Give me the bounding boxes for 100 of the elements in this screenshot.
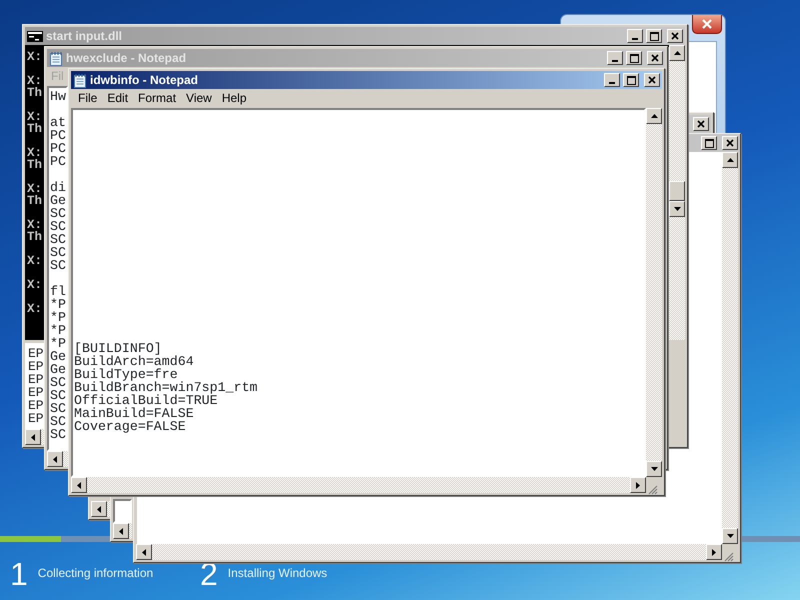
scroll-left-button[interactable] — [25, 429, 41, 445]
console-line: X: — [27, 111, 42, 123]
text-line: OfficialBuild=TRUE — [74, 394, 218, 407]
text-line: SC — [50, 428, 66, 441]
menu-item[interactable]: View — [181, 91, 217, 105]
window-title: idwbinfo - Notepad — [90, 72, 198, 89]
minimize-button[interactable] — [604, 73, 620, 87]
text-line: SC — [50, 389, 66, 402]
text-line: SC — [50, 246, 66, 259]
window-title: start input.dll — [46, 28, 122, 45]
notepad-icon — [49, 50, 63, 66]
console-line: Th — [27, 123, 42, 135]
maximize-icon — [704, 138, 714, 148]
step-number: 1 — [10, 556, 28, 592]
console-line: X: — [27, 219, 42, 231]
text-line: PC — [50, 129, 66, 142]
text-line: Hw — [50, 90, 66, 103]
text-area[interactable] — [113, 499, 132, 523]
text-line: BuildType=fre — [74, 368, 178, 381]
scroll-right-button[interactable] — [706, 544, 722, 560]
maximize-button[interactable] — [701, 136, 717, 150]
scroll-thumb[interactable] — [669, 181, 685, 201]
console-line: X: — [27, 51, 42, 63]
console-line: Th — [27, 195, 42, 207]
horizontal-scrollbar[interactable] — [47, 451, 68, 467]
scroll-left-button[interactable] — [136, 544, 152, 560]
close-icon — [648, 76, 656, 84]
close-icon — [701, 19, 713, 29]
text-line: *P — [50, 324, 66, 337]
size-grip[interactable] — [722, 544, 738, 560]
console-line: X: — [27, 255, 42, 267]
text-area[interactable]: Hw at PC PC PC di Ge SC SC SC SC SC fl *P *P *P *P Ge Ge SC SC SC SC SC — [47, 86, 68, 451]
horizontal-scrollbar[interactable] — [91, 501, 110, 517]
console-line: Th — [27, 159, 42, 171]
vertical-scrollbar[interactable] — [669, 45, 685, 340]
close-icon — [651, 54, 659, 62]
console-line: X: — [27, 183, 42, 195]
arrow-up-icon — [650, 112, 658, 120]
text-line: EP — [28, 399, 44, 412]
maximize-button[interactable] — [626, 51, 642, 65]
progress-track — [741, 536, 800, 542]
vertical-scrollbar[interactable] — [722, 152, 738, 544]
scroll-down-button[interactable] — [722, 528, 738, 544]
minimize-button[interactable] — [627, 29, 643, 43]
arrow-left-icon — [94, 504, 104, 514]
grip-icon — [722, 550, 734, 562]
text-line: [BUILDINFO] — [74, 342, 162, 355]
text-line: SC — [50, 402, 66, 415]
console-icon — [27, 30, 43, 42]
scroll-left-button[interactable] — [113, 523, 129, 539]
step-label: Collecting information — [38, 565, 154, 582]
horizontal-scrollbar[interactable] — [113, 523, 132, 539]
arrow-left-icon — [28, 432, 38, 442]
text-line: SC — [50, 259, 66, 272]
text-line: SC — [50, 376, 66, 389]
menu-item[interactable]: File — [73, 91, 102, 105]
maximize-button[interactable] — [646, 29, 662, 43]
scroll-left-button[interactable] — [91, 501, 107, 517]
text-line: fl — [50, 285, 66, 298]
arrow-down-icon — [650, 464, 658, 474]
scroll-left-button[interactable] — [47, 451, 63, 467]
text-line: PC — [50, 155, 66, 168]
text-line: at — [50, 116, 66, 129]
horizontal-scrollbar[interactable] — [136, 544, 722, 560]
horizontal-scrollbar[interactable] — [71, 477, 646, 493]
menu-item[interactable]: Help — [216, 91, 252, 105]
close-icon — [671, 32, 679, 40]
maximize-button[interactable] — [623, 73, 639, 87]
horizontal-scrollbar[interactable] — [25, 429, 44, 445]
scroll-left-button[interactable] — [71, 477, 87, 493]
text-line: PC — [50, 142, 66, 155]
arrow-up-icon — [726, 156, 734, 164]
text-line: EP — [28, 386, 44, 399]
arrow-down-icon — [726, 532, 734, 540]
window-title: hwexclude - Notepad — [66, 50, 186, 67]
arrow-right-icon — [710, 548, 718, 556]
scroll-up-button[interactable] — [722, 152, 738, 168]
text-line: *P — [50, 298, 66, 311]
scroll-right-button[interactable] — [630, 477, 646, 493]
scroll-down-button[interactable] — [646, 461, 662, 477]
console-line: X: — [27, 75, 42, 87]
minimize-button[interactable] — [607, 51, 623, 65]
text-line: BuildBranch=win7sp1_rtm — [74, 381, 258, 394]
text-line: Ge — [50, 350, 66, 363]
text-line: Coverage=FALSE — [74, 420, 186, 433]
text-area[interactable]: [BUILDINFO] BuildArch=amd64 BuildType=fre BuildBranch=win7sp1_rtm OfficialBuild=TRUE MainBuild=FALSE Coverage=FALSE — [71, 108, 646, 477]
scroll-up-button[interactable] — [646, 108, 662, 124]
text-line: Ge — [50, 194, 66, 207]
scroll-down-button[interactable] — [669, 201, 685, 217]
text-line: SC — [50, 415, 66, 428]
notepad-icon — [73, 72, 87, 88]
menu-item[interactable]: Edit — [102, 91, 134, 105]
menu-item[interactable]: Format — [133, 91, 182, 105]
scroll-up-button[interactable] — [669, 45, 685, 61]
text-line: SC — [50, 207, 66, 220]
grip-icon — [646, 482, 658, 495]
text-line: *P — [50, 337, 66, 350]
vertical-scrollbar[interactable] — [646, 108, 662, 477]
console-line: Th — [27, 231, 42, 243]
close-button[interactable] — [692, 15, 722, 34]
